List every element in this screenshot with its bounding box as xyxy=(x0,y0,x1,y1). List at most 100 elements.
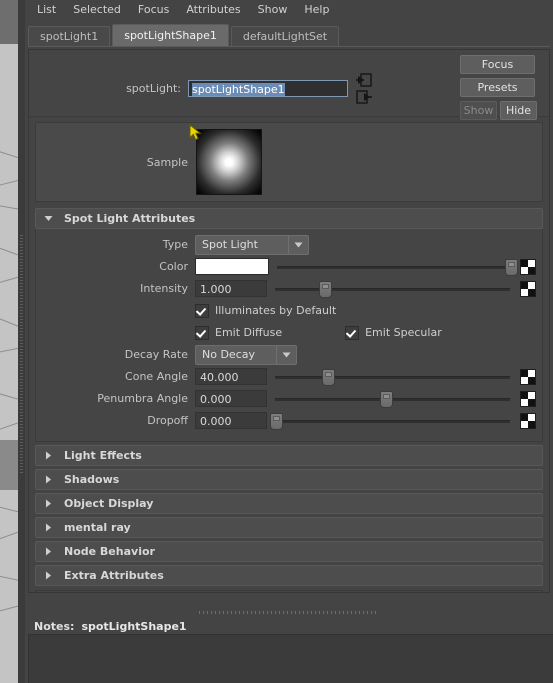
emit-specular-checkbox[interactable] xyxy=(345,325,360,340)
section-title: Object Display xyxy=(64,497,154,510)
menu-item-list[interactable]: List xyxy=(29,1,65,18)
slider-handle[interactable] xyxy=(319,281,333,298)
notes-textarea[interactable] xyxy=(28,634,553,683)
node-header-buttons: Focus Presets Show Hide xyxy=(460,55,537,120)
splitter-grip-dots xyxy=(20,235,23,475)
section-title: mental ray xyxy=(64,521,131,534)
penumbra-angle-input[interactable]: 0.000 xyxy=(195,390,267,407)
menu-item-attributes[interactable]: Attributes xyxy=(178,1,249,18)
emit-diffuse-label: Emit Diffuse xyxy=(215,326,283,339)
check-row-emit: Emit Diffuse Emit Specular xyxy=(36,323,542,342)
section-header-shadows[interactable]: Shadows xyxy=(35,469,543,490)
viewport-wireframe-line xyxy=(0,246,18,259)
emit-specular-group: Emit Specular xyxy=(338,325,442,340)
color-label: Color xyxy=(159,260,188,273)
illuminates-by-default-label: Illuminates by Default xyxy=(215,304,337,317)
chevron-down-icon xyxy=(42,215,55,222)
node-name-input[interactable]: spotLightShape1 xyxy=(188,80,348,97)
viewport-wireframe-line xyxy=(0,316,18,331)
type-dropdown[interactable]: Spot Light xyxy=(195,234,309,255)
checker-map-icon[interactable] xyxy=(520,280,536,297)
chevron-right-icon xyxy=(42,547,55,556)
empty-filler-area xyxy=(35,590,543,592)
attr-row-cone-angle: Cone Angle 40.000 xyxy=(36,367,542,386)
attribute-scroll-area: spotLight: spotLightShape1 Focus Presets… xyxy=(28,49,550,593)
section-header-spot-light-attributes[interactable]: Spot Light Attributes xyxy=(35,208,543,229)
viewport-wireframe-line xyxy=(0,528,18,541)
slider-handle[interactable] xyxy=(270,413,283,430)
viewport-shape-mid xyxy=(0,440,18,490)
checker-map-icon[interactable] xyxy=(520,412,536,429)
section-spot-light-attributes: Spot Light Attributes Type Spot Light Co… xyxy=(35,208,543,442)
sample-swatch[interactable] xyxy=(189,123,262,195)
checker-map-icon[interactable] xyxy=(520,368,536,385)
section-header-mental-ray[interactable]: mental ray xyxy=(35,517,543,538)
slider-handle[interactable] xyxy=(505,259,518,276)
notes-splitter-handle[interactable] xyxy=(28,608,550,617)
viewport-wireframe-line xyxy=(0,274,18,284)
menu-item-help[interactable]: Help xyxy=(296,1,338,18)
panel-splitter-handle[interactable] xyxy=(18,0,25,683)
focus-button[interactable]: Focus xyxy=(460,55,535,74)
attr-row-decay-rate: Decay Rate No Decay xyxy=(36,344,542,365)
decay-rate-dropdown[interactable]: No Decay xyxy=(195,344,297,365)
section-header-node-behavior[interactable]: Node Behavior xyxy=(35,541,543,562)
cone-angle-slider[interactable] xyxy=(275,368,510,386)
checker-map-icon[interactable] xyxy=(520,390,536,407)
section-header-object-display[interactable]: Object Display xyxy=(35,493,543,514)
section-header-extra-attributes[interactable]: Extra Attributes xyxy=(35,565,543,586)
tab-spotlight1[interactable]: spotLight1 xyxy=(28,26,111,46)
type-label: Type xyxy=(162,238,188,251)
chevron-down-icon xyxy=(276,345,296,364)
emit-diffuse-checkbox[interactable] xyxy=(195,325,209,340)
section-title: Light Effects xyxy=(64,449,142,462)
dropoff-slider[interactable] xyxy=(270,412,510,430)
tab-spotlightshape1[interactable]: spotLightShape1 xyxy=(112,24,229,46)
section-header-light-effects[interactable]: Light Effects xyxy=(35,445,543,466)
viewport-shape-dark xyxy=(0,0,18,44)
viewport-strip[interactable] xyxy=(0,0,18,683)
node-nav-icons xyxy=(356,73,372,104)
arrow-out-of-box-icon[interactable] xyxy=(356,90,372,104)
node-name-block: spotLight: spotLightShape1 Focus Presets… xyxy=(29,50,549,120)
emit-specular-label: Emit Specular xyxy=(365,326,442,339)
illuminates-by-default-checkbox[interactable] xyxy=(195,303,209,318)
intensity-slider[interactable] xyxy=(275,280,510,298)
menu-item-selected[interactable]: Selected xyxy=(65,1,130,18)
node-type-label: spotLight: xyxy=(126,82,181,95)
decay-rate-dropdown-value: No Decay xyxy=(202,347,255,361)
show-button[interactable]: Show xyxy=(460,101,497,120)
intensity-input[interactable]: 1.000 xyxy=(195,280,267,297)
node-name-value: spotLightShape1 xyxy=(192,83,285,96)
slider-handle[interactable] xyxy=(321,369,335,386)
slider-track xyxy=(275,376,510,379)
hide-button[interactable]: Hide xyxy=(500,101,537,120)
menu-item-focus[interactable]: Focus xyxy=(130,1,178,18)
checker-map-icon[interactable] xyxy=(520,258,536,275)
chevron-right-icon xyxy=(42,451,55,460)
viewport-wireframe-line xyxy=(0,602,18,613)
viewport-wireframe-line xyxy=(0,575,18,583)
viewport-wireframe-line xyxy=(0,205,18,212)
dropoff-input[interactable]: 0.000 xyxy=(195,412,267,429)
color-swatch-button[interactable] xyxy=(195,258,269,275)
chevron-down-icon xyxy=(288,235,308,254)
penumbra-angle-slider[interactable] xyxy=(275,390,510,408)
section-title: Node Behavior xyxy=(64,545,155,558)
presets-button[interactable]: Presets xyxy=(460,78,535,97)
sample-block: Sample xyxy=(35,122,543,202)
menu-item-show[interactable]: Show xyxy=(250,1,297,18)
sample-label: Sample xyxy=(146,155,188,169)
cone-angle-input[interactable]: 40.000 xyxy=(195,368,267,385)
notes-node-name: spotLightShape1 xyxy=(81,619,187,633)
chevron-right-icon xyxy=(42,571,55,580)
tab-defaultlightset[interactable]: defaultLightSet xyxy=(230,26,340,46)
viewport-wireframe-line xyxy=(0,346,18,353)
node-tab-bar: spotLight1 spotLightShape1 defaultLightS… xyxy=(28,21,550,47)
dropoff-label: Dropoff xyxy=(147,414,188,427)
attr-row-color: Color xyxy=(36,257,542,276)
slider-handle[interactable] xyxy=(380,391,394,408)
penumbra-angle-label: Penumbra Angle xyxy=(97,392,188,405)
arrow-into-box-icon[interactable] xyxy=(356,73,372,87)
color-slider[interactable] xyxy=(277,258,518,276)
